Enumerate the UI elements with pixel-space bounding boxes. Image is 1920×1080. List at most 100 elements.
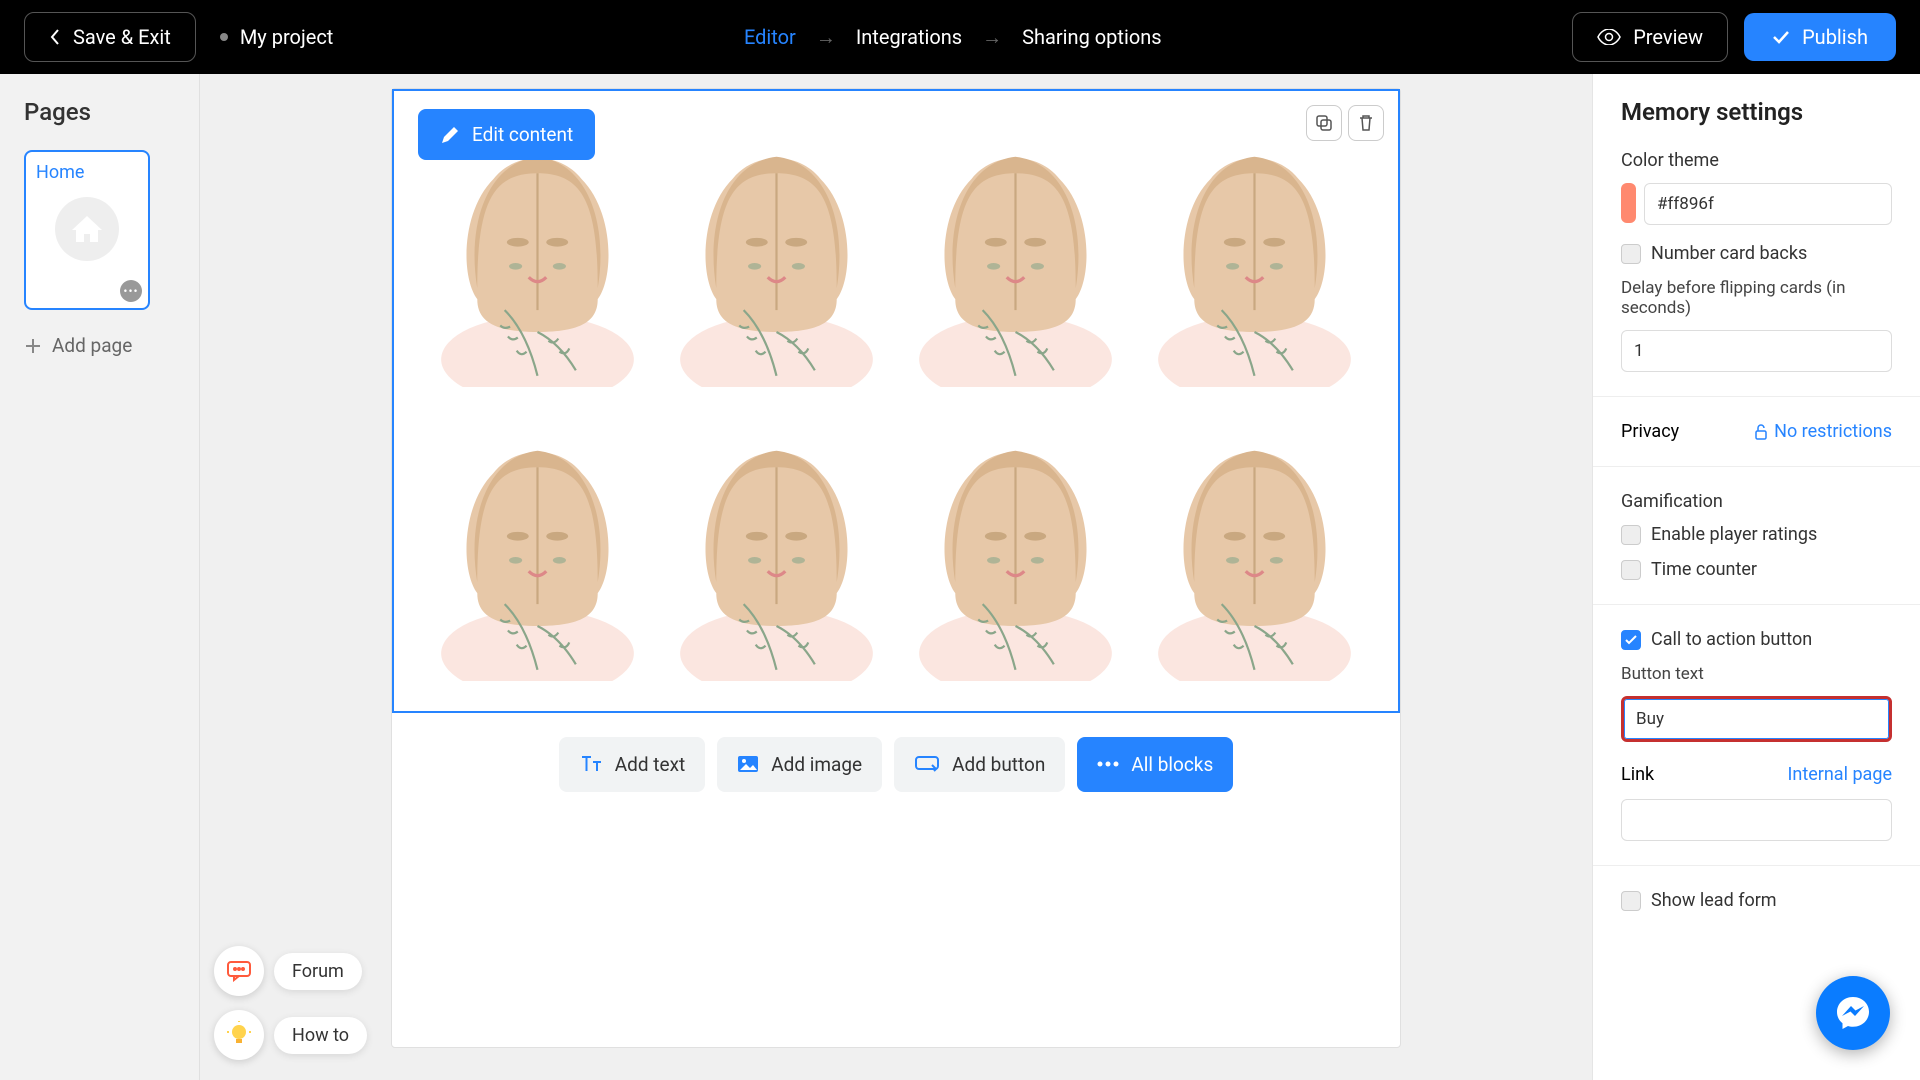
add-page-label: Add page [52, 334, 132, 357]
save-exit-button[interactable]: Save & Exit [24, 12, 196, 62]
text-icon [579, 754, 603, 774]
delay-input[interactable] [1621, 330, 1892, 372]
save-exit-label: Save & Exit [73, 25, 171, 49]
checkbox-icon [1621, 891, 1641, 911]
check-icon [1772, 30, 1790, 44]
left-sidebar: Pages Home ••• Add page [0, 74, 200, 1080]
add-page-button[interactable]: Add page [24, 334, 175, 357]
memory-card[interactable] [906, 407, 1125, 681]
chevron-left-icon [49, 28, 61, 46]
block-actions [1306, 105, 1384, 141]
show-lead-form-label: Show lead form [1651, 890, 1777, 911]
tab-sharing[interactable]: Sharing options [1022, 25, 1161, 49]
top-tabs: Editor → Integrations → Sharing options [357, 25, 1548, 50]
chat-icon [214, 946, 264, 996]
home-icon [55, 197, 119, 261]
all-blocks-label: All blocks [1131, 753, 1213, 776]
privacy-value-label: No restrictions [1774, 421, 1892, 442]
howto-help[interactable]: How to [214, 1010, 367, 1060]
privacy-label: Privacy [1621, 421, 1679, 442]
help-widgets: Forum How to [214, 946, 367, 1060]
page-thumb-home[interactable]: Home ••• [24, 150, 150, 310]
bulb-icon [214, 1010, 264, 1060]
divider [1593, 466, 1920, 467]
button-text-input[interactable] [1621, 696, 1892, 742]
unsaved-dot-icon [220, 33, 228, 41]
memory-card[interactable] [428, 407, 647, 681]
time-counter-checkbox[interactable]: Time counter [1621, 559, 1892, 580]
arrow-icon: → [816, 25, 836, 50]
memory-card[interactable] [667, 113, 886, 387]
canvas-area: Edit content [200, 74, 1592, 1080]
publish-label: Publish [1802, 25, 1868, 49]
messenger-icon [1833, 993, 1873, 1033]
pencil-icon [440, 125, 460, 145]
add-image-button[interactable]: Add image [717, 737, 882, 792]
all-blocks-button[interactable]: All blocks [1077, 737, 1233, 792]
link-label: Link [1621, 764, 1654, 785]
project-name-label: My project [240, 25, 334, 49]
memory-card[interactable] [667, 407, 886, 681]
forum-label: Forum [274, 953, 362, 990]
delay-label: Delay before flipping cards (in seconds) [1621, 278, 1892, 318]
edit-content-label: Edit content [472, 123, 573, 146]
add-text-label: Add text [615, 753, 685, 776]
edit-content-button[interactable]: Edit content [418, 109, 595, 160]
enable-ratings-label: Enable player ratings [1651, 524, 1817, 545]
eye-icon [1597, 29, 1621, 45]
forum-help[interactable]: Forum [214, 946, 367, 996]
trash-icon [1358, 114, 1374, 132]
number-card-backs-checkbox[interactable]: Number card backs [1621, 243, 1892, 264]
button-text-label: Button text [1621, 664, 1892, 684]
memory-card[interactable] [1145, 407, 1364, 681]
color-swatch[interactable] [1621, 183, 1636, 223]
pages-heading: Pages [24, 98, 175, 126]
time-counter-label: Time counter [1651, 559, 1757, 580]
checkbox-icon [1621, 244, 1641, 264]
page-options-icon[interactable]: ••• [120, 280, 142, 302]
project-name: My project [220, 25, 334, 49]
add-image-label: Add image [771, 753, 862, 776]
button-icon [914, 755, 940, 773]
number-card-backs-label: Number card backs [1651, 243, 1807, 264]
delete-button[interactable] [1348, 105, 1384, 141]
memory-block[interactable]: Edit content [392, 89, 1400, 713]
canvas: Edit content [391, 88, 1401, 1048]
gamification-label: Gamification [1621, 491, 1892, 512]
add-block-toolbar: Add text Add image Add button All blocks [392, 737, 1400, 792]
memory-card[interactable] [1145, 113, 1364, 387]
memory-card[interactable] [906, 113, 1125, 387]
arrow-icon: → [982, 25, 1002, 50]
page-thumb-label: Home [36, 162, 138, 183]
dots-icon [1097, 761, 1119, 767]
settings-panel: Memory settings Color theme Number card … [1592, 74, 1920, 1080]
privacy-value-link[interactable]: No restrictions [1754, 421, 1892, 442]
howto-label: How to [274, 1017, 367, 1054]
checkbox-icon [1621, 560, 1641, 580]
lock-open-icon [1754, 424, 1768, 440]
topbar-right: Preview Publish [1572, 12, 1896, 62]
enable-ratings-checkbox[interactable]: Enable player ratings [1621, 524, 1892, 545]
duplicate-button[interactable] [1306, 105, 1342, 141]
cta-label: Call to action button [1651, 629, 1812, 650]
cta-checkbox[interactable]: Call to action button [1621, 629, 1892, 650]
link-type-toggle[interactable]: Internal page [1788, 764, 1893, 785]
divider [1593, 396, 1920, 397]
card-grid [428, 113, 1364, 681]
checkbox-icon [1621, 525, 1641, 545]
divider [1593, 865, 1920, 866]
add-button-button[interactable]: Add button [894, 737, 1065, 792]
show-lead-form-checkbox[interactable]: Show lead form [1621, 890, 1892, 911]
tab-integrations[interactable]: Integrations [856, 25, 962, 49]
preview-button[interactable]: Preview [1572, 12, 1728, 62]
add-text-button[interactable]: Add text [559, 737, 705, 792]
preview-label: Preview [1633, 25, 1703, 49]
publish-button[interactable]: Publish [1744, 13, 1896, 61]
checkbox-checked-icon [1621, 630, 1641, 650]
link-input[interactable] [1621, 799, 1892, 841]
messenger-fab[interactable] [1816, 976, 1890, 1050]
tab-editor[interactable]: Editor [744, 25, 796, 49]
topbar: Save & Exit My project Editor → Integrat… [0, 0, 1920, 74]
color-input[interactable] [1644, 183, 1892, 225]
settings-title: Memory settings [1621, 98, 1892, 126]
